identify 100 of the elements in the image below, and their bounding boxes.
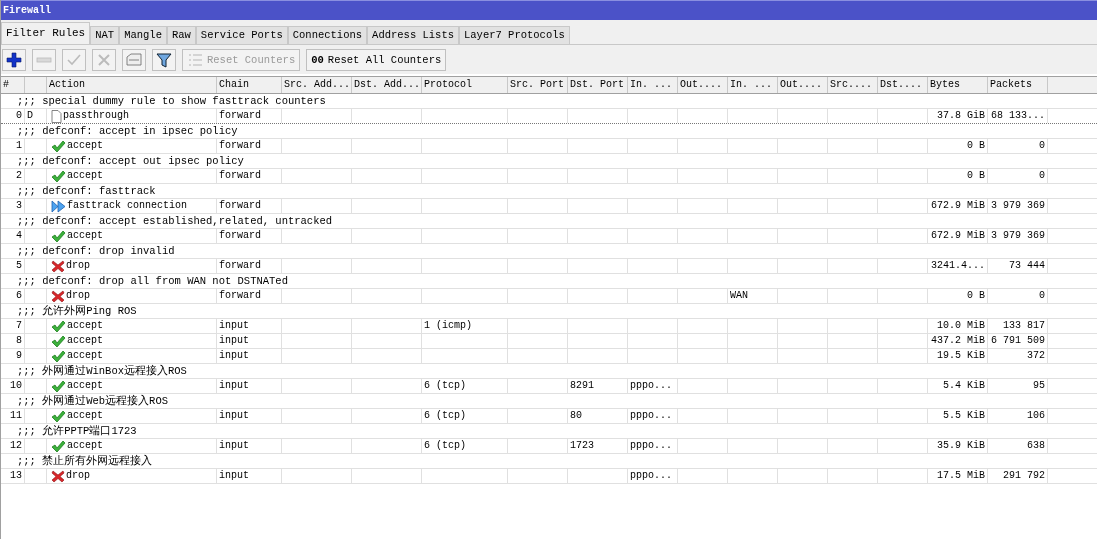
list-icon bbox=[187, 51, 203, 68]
table-cell: 9 bbox=[16, 350, 22, 361]
table-cell: 17.5 MiB bbox=[937, 470, 985, 481]
rule-comment: ;;; 禁止所有外网远程接入 bbox=[17, 455, 153, 467]
reset-all-counters-button[interactable]: 00 Reset All Counters bbox=[306, 48, 447, 71]
check-icon bbox=[51, 229, 66, 243]
table-cell: WAN bbox=[730, 290, 748, 301]
table-cell: 5.5 KiB bbox=[943, 410, 985, 421]
window-title: Firewall bbox=[1, 0, 1097, 20]
table-cell: 73 444 bbox=[1009, 260, 1045, 271]
table-cell: pppo... bbox=[630, 380, 672, 391]
column-header[interactable]: In. ... bbox=[730, 79, 772, 90]
table-cell: 2 bbox=[16, 170, 22, 181]
table-cell: input bbox=[219, 410, 249, 421]
column-header[interactable]: Dst. Add... bbox=[354, 79, 420, 90]
action-label: accept bbox=[67, 439, 103, 453]
table-cell: 5 bbox=[16, 260, 22, 271]
table-cell: input bbox=[219, 380, 249, 391]
rule-row[interactable]: 11 accept input 6 (tcp) 80 pppo... 5.5 KiB 106 bbox=[1, 409, 1097, 424]
rule-comment: ;;; special dummy rule to show fasttrack counters bbox=[17, 95, 326, 107]
table-cell: 12 bbox=[10, 440, 22, 451]
table-cell: 35.9 KiB bbox=[937, 440, 985, 451]
rule-row[interactable]: 8 accept input 437.2 MiB 6 791 509 bbox=[1, 334, 1097, 349]
cross-icon bbox=[96, 51, 112, 68]
check-icon bbox=[51, 334, 66, 348]
table-cell: 106 bbox=[1027, 410, 1045, 421]
column-header[interactable]: Protocol bbox=[424, 79, 472, 90]
table-cell: 4 bbox=[16, 230, 22, 241]
table-cell: 0 bbox=[1039, 140, 1045, 151]
action-label: accept bbox=[67, 229, 103, 243]
table-cell: 37.8 GiB bbox=[937, 110, 985, 121]
rule-row[interactable]: 12 accept input 6 (tcp) 1723 pppo... 35.9 KiB 638 bbox=[1, 439, 1097, 454]
tab[interactable]: NAT bbox=[90, 26, 120, 44]
column-header[interactable]: Src. Add... bbox=[284, 79, 350, 90]
table-cell: 0 B bbox=[967, 290, 985, 301]
rule-row[interactable]: 0 D passthrough forward 37.8 GiB 68 133... bbox=[1, 109, 1097, 124]
tab[interactable]: Layer7 Protocols bbox=[459, 26, 570, 44]
table-cell: 0 B bbox=[967, 170, 985, 181]
rule-comment: ;;; 外网通过Web远程接入ROS bbox=[17, 395, 168, 407]
rule-row[interactable]: 4 accept forward 672.9 MiB 3 979 369 bbox=[1, 229, 1097, 244]
table-cell: forward bbox=[219, 260, 261, 271]
column-header[interactable]: Bytes bbox=[930, 79, 960, 90]
rule-comment: ;;; defconf: drop invalid bbox=[17, 245, 175, 257]
rule-row[interactable]: 3 fasttrack connection forward 672.9 MiB 3 979 369 bbox=[1, 199, 1097, 214]
action-label: fasttrack connection bbox=[67, 199, 188, 213]
tab[interactable]: Service Ports bbox=[195, 26, 288, 44]
tab[interactable]: Address Lists bbox=[367, 26, 459, 44]
table-cell: 8291 bbox=[570, 380, 594, 391]
rule-row[interactable]: 1 accept forward 0 B 0 bbox=[1, 139, 1097, 154]
check-icon bbox=[51, 349, 66, 363]
column-header[interactable]: Chain bbox=[219, 79, 249, 90]
table-cell: 6 (tcp) bbox=[424, 380, 466, 391]
table-cell: 1723 bbox=[570, 440, 594, 451]
rule-comment: ;;; defconf: accept out ipsec policy bbox=[17, 155, 244, 167]
table-cell: 0 bbox=[1039, 290, 1045, 301]
action-label: accept bbox=[67, 334, 103, 348]
rule-row[interactable]: 9 accept input 19.5 KiB 372 bbox=[1, 349, 1097, 364]
column-header[interactable]: Out.... bbox=[780, 79, 822, 90]
table-cell: forward bbox=[219, 230, 261, 241]
rule-comment: ;;; defconf: accept in ipsec policy bbox=[17, 125, 238, 137]
action-label: accept bbox=[67, 319, 103, 333]
column-header[interactable]: Dst.... bbox=[880, 79, 922, 90]
action-label: accept bbox=[67, 169, 103, 183]
table-cell: pppo... bbox=[630, 410, 672, 421]
table-cell: 19.5 KiB bbox=[937, 350, 985, 361]
document-icon bbox=[51, 109, 62, 123]
column-header[interactable]: # bbox=[3, 79, 9, 90]
rule-comment: ;;; 允许PPTP端口1723 bbox=[17, 425, 137, 437]
rule-row[interactable]: 7 accept input 1 (icmp) 10.0 MiB 133 817 bbox=[1, 319, 1097, 334]
action-label: drop bbox=[66, 469, 90, 483]
filter-icon bbox=[156, 51, 172, 68]
tab[interactable]: Mangle bbox=[119, 26, 167, 44]
table-cell: 6 (tcp) bbox=[424, 440, 466, 451]
rule-row[interactable]: 13 drop input pppo... 17.5 MiB 291 792 bbox=[1, 469, 1097, 484]
table-cell: pppo... bbox=[630, 440, 672, 451]
rule-row[interactable]: 5 drop forward 3241.4... 73 444 bbox=[1, 259, 1097, 274]
tab[interactable]: Connections bbox=[287, 26, 368, 44]
column-header[interactable]: Src. Port bbox=[510, 79, 564, 90]
rule-row[interactable]: 10 accept input 6 (tcp) 8291 pppo... 5.4 KiB 95 bbox=[1, 379, 1097, 394]
column-header[interactable]: Action bbox=[49, 79, 85, 90]
tab[interactable]: Filter Rules bbox=[1, 22, 91, 44]
check-icon bbox=[51, 139, 66, 153]
table-cell: input bbox=[219, 470, 249, 481]
table-cell: 11 bbox=[10, 410, 22, 421]
column-header[interactable]: Dst. Port bbox=[570, 79, 624, 90]
column-header[interactable]: Packets bbox=[990, 79, 1032, 90]
check-icon bbox=[51, 409, 66, 423]
column-header[interactable]: In. ... bbox=[630, 79, 672, 90]
column-header[interactable]: Out.... bbox=[680, 79, 722, 90]
table-cell: 8 bbox=[16, 335, 22, 346]
rule-row[interactable]: 2 accept forward 0 B 0 bbox=[1, 169, 1097, 184]
table-cell: 1 (icmp) bbox=[424, 320, 472, 331]
table-cell: 133 817 bbox=[1003, 320, 1045, 331]
table-cell: forward bbox=[219, 200, 261, 211]
tab[interactable]: Raw bbox=[166, 26, 196, 44]
toolbar-button[interactable] bbox=[152, 48, 176, 71]
column-header[interactable]: Src.... bbox=[830, 79, 872, 90]
table-cell: 7 bbox=[16, 320, 22, 331]
toolbar-button[interactable] bbox=[2, 48, 26, 71]
rule-row[interactable]: 6 drop forward WAN 0 B 0 bbox=[1, 289, 1097, 304]
